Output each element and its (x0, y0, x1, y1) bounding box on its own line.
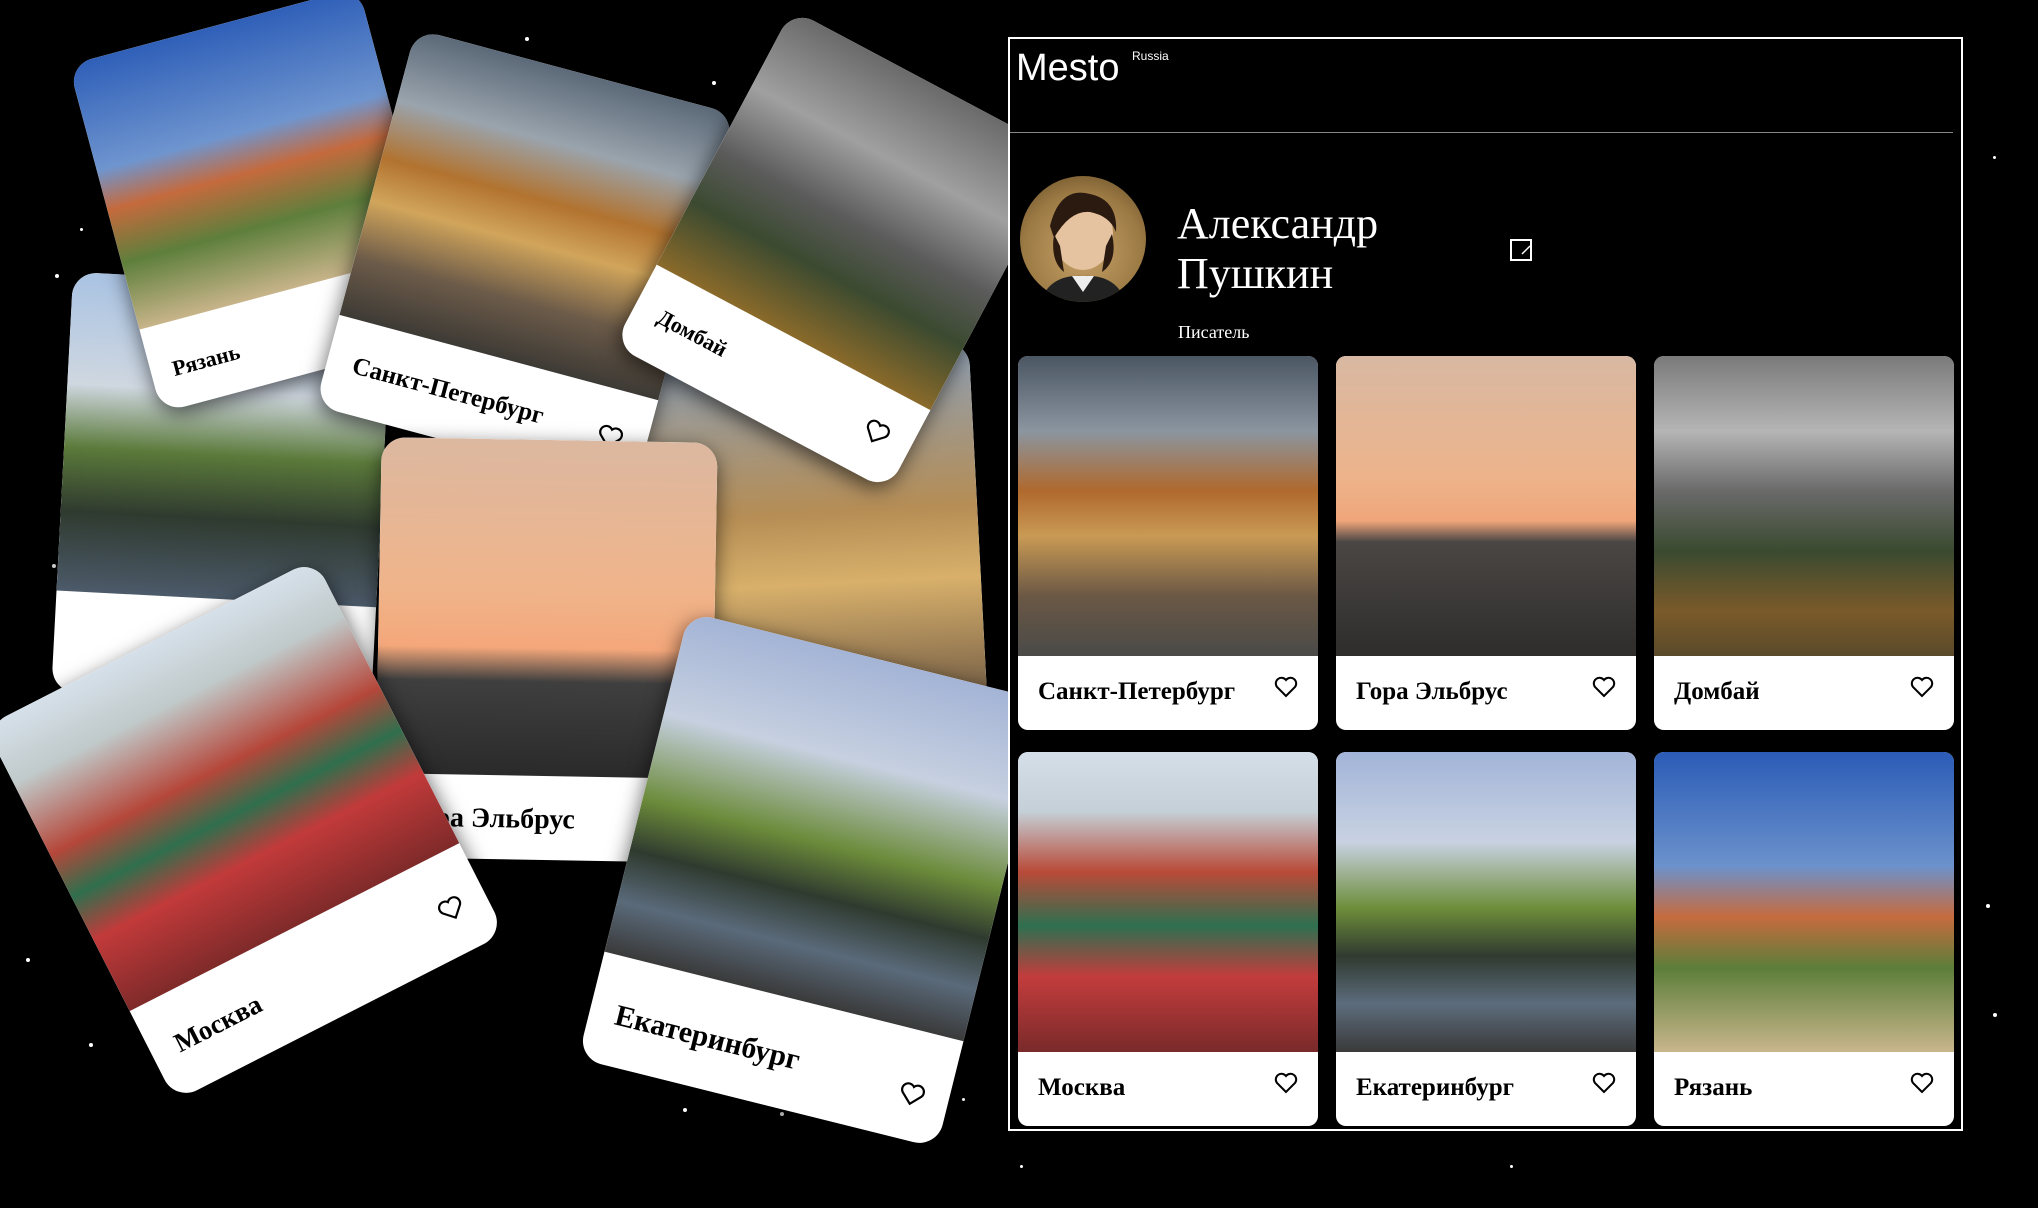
heart-icon[interactable] (1274, 676, 1298, 698)
place-title: Санкт-Петербург (1038, 678, 1236, 705)
heart-icon (438, 896, 462, 919)
place-image[interactable] (1336, 356, 1636, 656)
place-card[interactable]: Екатеринбург (1336, 752, 1636, 1126)
profile-name: Александр Пушкин (1177, 199, 1379, 298)
heart-icon[interactable] (1592, 1072, 1616, 1094)
logo[interactable]: Mesto (1016, 47, 1119, 90)
place-image[interactable] (1654, 752, 1954, 1052)
place-card[interactable]: Рязань (1654, 752, 1954, 1126)
scatter-card-title: Екатеринбург (611, 998, 804, 1077)
scatter-card-title: Рязань (169, 338, 243, 381)
place-image[interactable] (1018, 356, 1318, 656)
place-title: Москва (1038, 1074, 1126, 1101)
place-title: Гора Эльбрус (1356, 678, 1508, 705)
heart-icon[interactable] (1910, 1072, 1934, 1094)
place-image[interactable] (1018, 752, 1318, 1052)
place-card[interactable]: Санкт-Петербург (1018, 356, 1318, 730)
avatar-portrait (1040, 192, 1126, 302)
heart-icon[interactable] (1592, 676, 1616, 698)
profile-about: Писатель (1178, 322, 1250, 342)
heart-icon (901, 1082, 925, 1106)
scatter-card-title: Санкт-Петербург (349, 352, 547, 430)
place-card[interactable]: Гора Эльбрус (1336, 356, 1636, 730)
place-title: Екатеринбург (1356, 1074, 1514, 1101)
header-divider (1010, 132, 1953, 133)
edit-profile-button[interactable] (1510, 239, 1532, 261)
mesto-app: Mesto Russia Александр Пушкин Писатель С… (1008, 37, 1963, 1131)
scatter-card-title: Домбай (653, 304, 732, 362)
heart-icon[interactable] (1910, 676, 1934, 698)
scatter-card-title: Москва (169, 988, 267, 1059)
avatar[interactable] (1020, 176, 1146, 302)
heart-icon[interactable] (1274, 1072, 1298, 1094)
place-card[interactable]: Домбай (1654, 356, 1954, 730)
place-image[interactable] (1336, 752, 1636, 1052)
place-image[interactable] (1654, 356, 1954, 656)
heart-icon (866, 419, 890, 443)
place-card[interactable]: Москва (1018, 752, 1318, 1126)
place-title: Рязань (1674, 1074, 1753, 1101)
place-title: Домбай (1674, 678, 1760, 705)
logo-superscript: Russia (1132, 49, 1169, 63)
pencil-icon (1521, 245, 1531, 255)
